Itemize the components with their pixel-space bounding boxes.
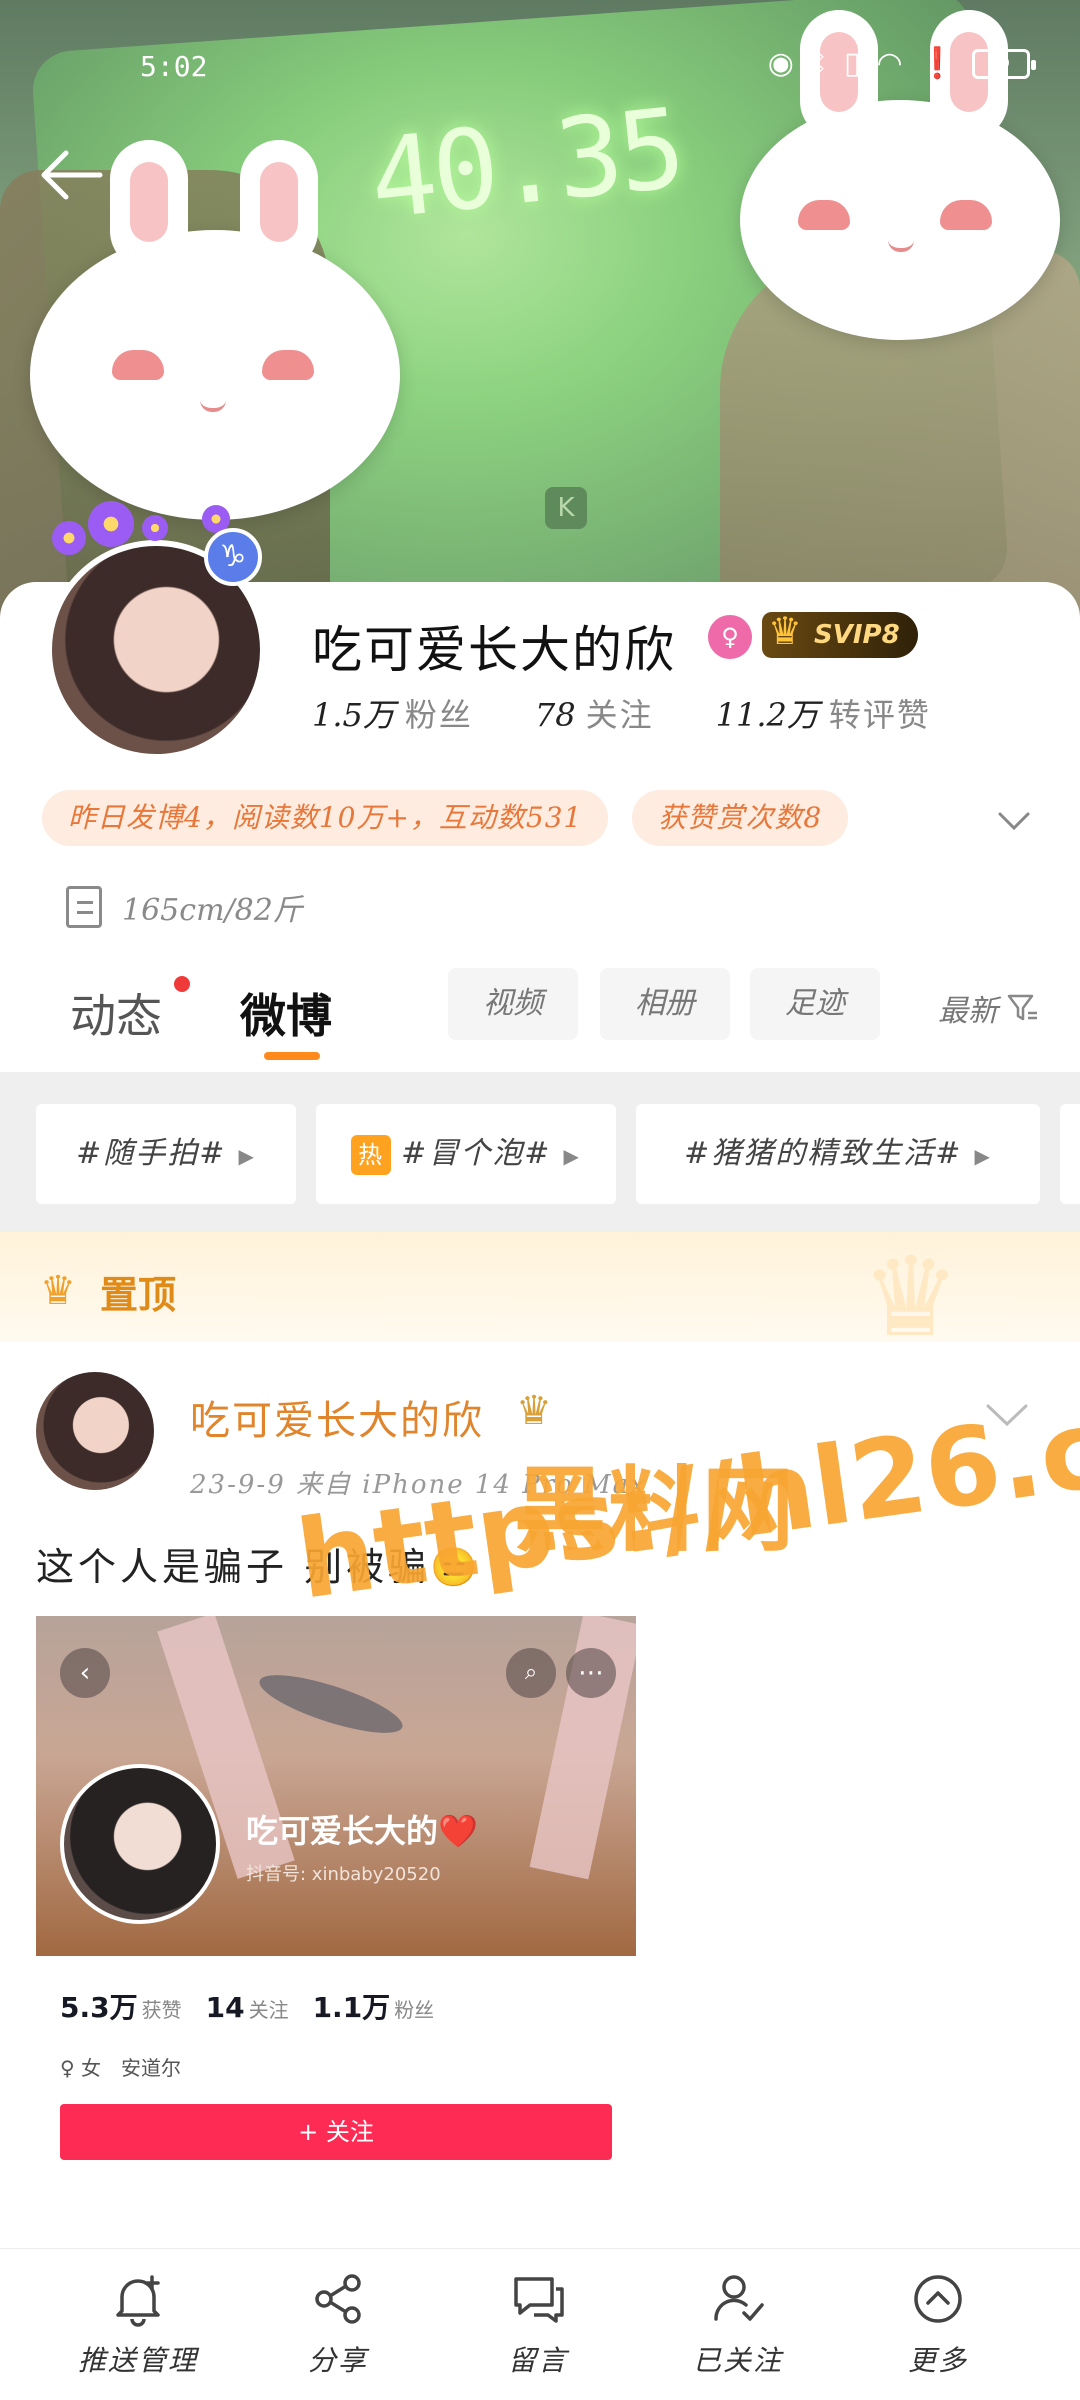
post-image[interactable]: ‹ ⌕ ⋯ 吃可爱长大的❤️ 抖音号: xinbaby20520 5.3万 获赞 …: [36, 1616, 636, 2216]
vip-crown-icon: ♛: [516, 1388, 552, 1434]
bunny-sticker-left: [30, 140, 400, 520]
topic-chip[interactable]: 热 #冒个泡# ▶: [316, 1104, 616, 1204]
bio-row: 165cm/82斤: [66, 885, 303, 929]
vibrate-icon: ▯: [843, 46, 861, 81]
bio-text: 165cm/82斤: [122, 893, 303, 928]
status-time: 5:02: [140, 50, 208, 83]
chevron-down-icon[interactable]: [994, 800, 1034, 840]
eye-icon: ◉: [767, 46, 794, 81]
tab-weibo[interactable]: 微博: [240, 980, 332, 1046]
post-author-name[interactable]: 吃可爱长大的欣: [190, 1388, 484, 1446]
document-icon: [66, 886, 102, 928]
embed-stat: 1.1万 粉丝: [312, 1991, 435, 2024]
chip-album[interactable]: 相册: [600, 968, 730, 1040]
stat-following[interactable]: 78 关注: [535, 690, 654, 736]
bottom-action-bar: 推送管理 分享 留言 已关注 更多: [0, 2248, 1080, 2400]
tab-dynamic[interactable]: 动态: [70, 980, 162, 1046]
embed-name: 吃可爱长大的❤️: [246, 1812, 478, 1850]
profile-username: 吃可爱长大的欣: [312, 621, 676, 679]
activity-summary-pill[interactable]: 昨日发博4，阅读数10万+，互动数531: [42, 790, 609, 846]
embed-stat: 5.3万 获赞: [60, 1991, 182, 2024]
crown-icon: ♛: [40, 1268, 76, 1314]
embed-tag-gender: ♀ 女: [60, 2056, 102, 2080]
share-button[interactable]: 分享: [258, 2269, 418, 2379]
chip-footprint[interactable]: 足迹: [750, 968, 880, 1040]
stat-reposts-likes[interactable]: 11.2万 转评赞: [716, 690, 931, 736]
status-bar: 5:02 ◉ ᛒ ▯ ◠ ❗ 69: [0, 40, 1080, 96]
zodiac-badge: ♑: [204, 528, 262, 586]
chevron-up-circle-icon: [914, 2275, 962, 2323]
crown-watermark-icon: ♛: [861, 1233, 960, 1361]
profile-stats: 1.5万 粉丝 78 关注 11.2万 转评赞: [312, 690, 931, 736]
post-author-avatar[interactable]: [36, 1372, 154, 1490]
pinned-bar: ♛ 置顶 ♛: [0, 1232, 1080, 1352]
bluetooth-icon: ᛒ: [809, 46, 828, 81]
back-icon: ‹: [60, 1648, 110, 1698]
comment-button[interactable]: 留言: [458, 2269, 618, 2379]
more-button[interactable]: 更多: [858, 2269, 1018, 2379]
topic-strip: #随手拍# ▶ 热 #冒个泡# ▶ #猪猪的精致生活# ▶: [0, 1072, 1080, 1232]
content-tabs: 动态 微博 视频 相册 足迹 最新: [0, 960, 1080, 1070]
topic-chip[interactable]: #猪猪的精致生活# ▶: [636, 1104, 1040, 1204]
unread-dot: [174, 976, 190, 992]
embed-stats: 5.3万 获赞 14 关注 1.1万 粉丝: [60, 1986, 434, 2026]
crown-icon: ♛: [768, 609, 803, 653]
battery-icon: 69: [972, 48, 1036, 79]
scale-logo: K: [545, 487, 587, 529]
hot-badge: 热: [351, 1135, 392, 1175]
topic-chip[interactable]: #随手拍# ▶: [36, 1104, 296, 1204]
svip-badge[interactable]: ♛ SVIP8: [762, 609, 918, 658]
status-icons: ◉ ᛒ ▯ ◠ ❗ 69: [767, 46, 1036, 81]
push-management-button[interactable]: 推送管理: [58, 2269, 218, 2379]
followed-button[interactable]: 已关注: [658, 2269, 818, 2379]
svip-label: SVIP8: [814, 620, 900, 650]
share-icon: [315, 2274, 361, 2324]
alert-icon: ❗: [918, 46, 956, 81]
sort-latest-label: 最新: [938, 994, 998, 1029]
topic-chip-partial[interactable]: [1060, 1104, 1080, 1204]
arrow-left-icon[interactable]: [36, 145, 106, 205]
search-icon[interactable]: [980, 140, 1044, 204]
comment-icon: [514, 2277, 564, 2323]
more-icon: ⋯: [566, 1648, 616, 1698]
filter-icon: [1007, 994, 1037, 1021]
user-check-icon: [714, 2275, 764, 2321]
sort-latest[interactable]: 最新: [938, 986, 1040, 1030]
embed-id: 抖音号: xinbaby20520: [246, 1864, 441, 1885]
reward-count-pill[interactable]: 获赞赏次数8: [632, 790, 849, 846]
embed-avatar: [60, 1764, 220, 1924]
embed-tag-location: 安道尔: [121, 2056, 182, 2080]
pinned-label: 置顶: [100, 1273, 177, 1317]
gender-badge-icon: ♀: [708, 615, 752, 659]
embed-stat: 14 关注: [205, 1991, 289, 2024]
embed-tags: ♀ 女 安道尔: [60, 2052, 181, 2081]
search-icon: ⌕: [506, 1648, 556, 1698]
embed-info: 5.3万 获赞 14 关注 1.1万 粉丝 ♀ 女 安道尔 + 关注: [36, 1956, 636, 2216]
bunny-sticker-right: [740, 10, 1060, 340]
chip-video[interactable]: 视频: [448, 968, 578, 1040]
activity-pills: 昨日发博4，阅读数10万+，互动数531 获赞赏次数8: [42, 790, 849, 846]
bell-plus-icon: [116, 2275, 160, 2327]
wifi-icon: ◠: [876, 46, 903, 81]
active-tab-indicator: [264, 1052, 320, 1060]
embed-follow-button: + 关注: [60, 2104, 612, 2160]
stat-fans[interactable]: 1.5万 粉丝: [312, 690, 473, 736]
